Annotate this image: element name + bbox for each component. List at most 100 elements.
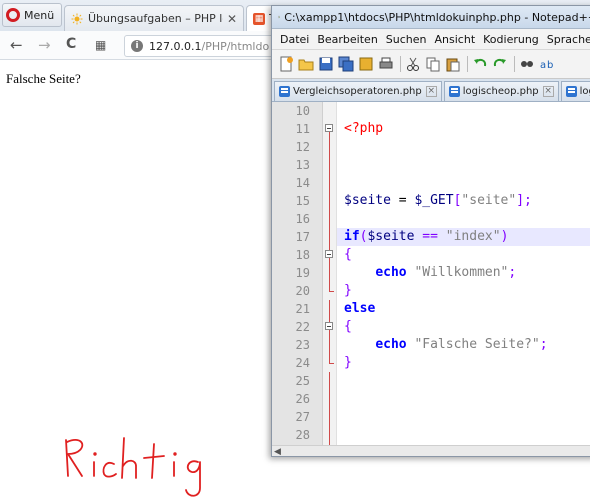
line-number: 25 xyxy=(295,374,310,388)
close-file-tab-icon[interactable]: × xyxy=(542,86,554,97)
forward-arrow-icon[interactable]: → xyxy=(38,36,51,54)
print-icon[interactable] xyxy=(378,56,394,72)
code-line[interactable]: { xyxy=(337,318,590,336)
menu-item-bearbeiten[interactable]: Bearbeiten xyxy=(317,33,377,46)
file-tab-label: logischeop.php xyxy=(462,86,539,97)
code-line[interactable] xyxy=(337,426,590,444)
url-host: 127.0.0.1 xyxy=(149,39,202,53)
opera-logo-icon xyxy=(6,8,20,22)
scroll-left-arrow-icon[interactable]: ◀ xyxy=(274,447,281,456)
line-number-gutter: 1011121314151617181920212223242526272829 xyxy=(272,102,323,456)
back-arrow-icon[interactable]: ← xyxy=(10,36,23,54)
npp-window-title: C:\xampp1\htdocs\PHP\htmldokuinphp.php -… xyxy=(284,10,590,24)
new-file-icon[interactable] xyxy=(278,56,294,72)
code-line[interactable]: else xyxy=(337,300,590,318)
line-number: 19 xyxy=(295,266,310,280)
speed-dial-grid-icon[interactable]: ▦ xyxy=(95,38,106,52)
fold-marker xyxy=(323,192,336,210)
code-token: "index" xyxy=(445,229,501,244)
code-line[interactable]: echo "Willkommen"; xyxy=(337,264,590,282)
reload-icon[interactable]: C xyxy=(66,36,76,52)
file-tab-logischeop-2[interactable]: logischeop xyxy=(560,81,590,101)
code-line[interactable]: if($seite == "index") xyxy=(337,228,590,246)
line-number: 24 xyxy=(295,356,310,370)
code-line[interactable] xyxy=(337,102,590,120)
line-number: 27 xyxy=(295,410,310,424)
undo-icon[interactable] xyxy=(472,56,488,72)
close-file-tab-icon[interactable]: × xyxy=(425,86,437,97)
line-number: 16 xyxy=(295,212,310,226)
code-line[interactable]: $seite = $_GET["seite"]; xyxy=(337,192,590,210)
npp-toolbar: ab xyxy=(272,50,590,79)
file-tab-vergleichsoperatoren[interactable]: Vergleichsoperatoren.php × xyxy=(274,81,442,101)
close-tab-icon[interactable]: ✕ xyxy=(227,12,237,26)
page-output-text: Falsche Seite? xyxy=(6,71,81,86)
code-line[interactable] xyxy=(337,210,590,228)
line-number: 22 xyxy=(295,320,310,334)
code-area[interactable]: <?php $seite = $_GET["seite"]; if($seite =… xyxy=(337,102,590,456)
code-token: } xyxy=(344,283,352,298)
horizontal-scrollbar[interactable]: ◀ xyxy=(272,445,590,456)
code-line[interactable]: } xyxy=(337,354,590,372)
code-line[interactable] xyxy=(337,408,590,426)
menu-item-kodierung[interactable]: Kodierung xyxy=(483,33,539,46)
code-line[interactable] xyxy=(337,372,590,390)
line-number: 17 xyxy=(295,230,310,244)
line-number: 11 xyxy=(295,122,310,136)
find-icon[interactable] xyxy=(519,56,535,72)
line-number: 15 xyxy=(295,194,310,208)
open-folder-icon[interactable] xyxy=(298,56,314,72)
cut-icon[interactable] xyxy=(405,56,421,72)
handwritten-richtig-signature xyxy=(65,437,201,497)
replace-icon[interactable]: ab xyxy=(539,56,555,72)
paste-icon[interactable] xyxy=(445,56,461,72)
code-line[interactable]: } xyxy=(337,282,590,300)
fold-toggle-icon[interactable] xyxy=(325,250,333,258)
code-token: else xyxy=(344,301,376,316)
code-token: if xyxy=(344,229,360,244)
opera-menu-label: Menü xyxy=(24,8,55,22)
code-line[interactable]: <?php xyxy=(337,120,590,138)
save-all-icon[interactable] xyxy=(338,56,354,72)
notepad-favicon-icon: ▦ xyxy=(253,12,265,25)
url-path: /PHP/htmldo xyxy=(201,39,270,53)
site-info-icon[interactable]: i xyxy=(131,40,143,52)
menu-item-ansicht[interactable]: Ansicht xyxy=(435,33,476,46)
line-number: 14 xyxy=(295,176,310,190)
menu-item-sprachen[interactable]: Sprachen xyxy=(547,33,590,46)
fold-toggle-icon[interactable] xyxy=(325,322,333,330)
code-line[interactable] xyxy=(337,156,590,174)
menu-item-datei[interactable]: Datei xyxy=(280,33,309,46)
copy-icon[interactable] xyxy=(425,56,441,72)
close-file-icon[interactable] xyxy=(358,56,374,72)
fold-toggle-icon[interactable] xyxy=(325,124,333,132)
browser-tab-uebungsaufgaben[interactable]: Übungsaufgaben – PHP le ✕ xyxy=(64,5,244,31)
npp-file-tabs: Vergleichsoperatoren.php × logischeop.ph… xyxy=(272,79,590,102)
opera-menu-button[interactable]: Menü xyxy=(2,3,62,27)
code-line[interactable]: echo "Falsche Seite?"; xyxy=(337,336,590,354)
line-number: 10 xyxy=(295,104,310,118)
code-token: ; xyxy=(539,337,548,352)
fold-marker xyxy=(323,120,336,138)
code-token: ; xyxy=(508,265,517,280)
code-line[interactable] xyxy=(337,390,590,408)
code-line[interactable]: { xyxy=(337,246,590,264)
code-line[interactable] xyxy=(337,174,590,192)
code-token: <?php xyxy=(344,121,384,136)
save-icon[interactable] xyxy=(318,56,334,72)
menu-item-suchen[interactable]: Suchen xyxy=(386,33,427,46)
code-editor[interactable]: 1011121314151617181920212223242526272829… xyxy=(272,102,590,456)
redo-icon[interactable] xyxy=(492,56,508,72)
line-number: 28 xyxy=(295,428,310,442)
fold-marker xyxy=(323,318,336,336)
notepad-app-icon xyxy=(278,15,281,19)
fold-marker xyxy=(323,354,336,372)
file-tab-logischeop[interactable]: logischeop.php × xyxy=(443,81,559,101)
line-number: 23 xyxy=(295,338,310,352)
code-line[interactable] xyxy=(337,138,590,156)
fold-marker xyxy=(323,372,336,390)
fold-marker xyxy=(323,264,336,282)
code-token: $seite xyxy=(367,229,415,244)
